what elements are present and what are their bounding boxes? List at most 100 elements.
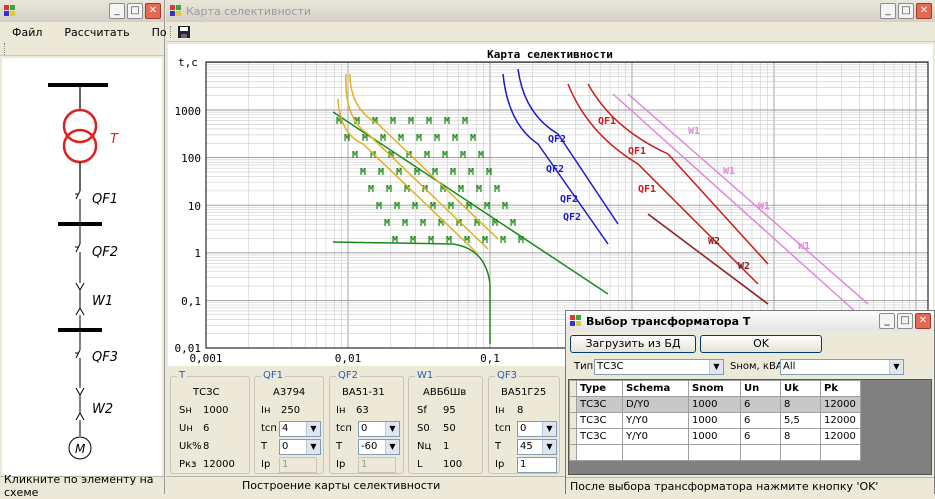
w1-name: АВБбШв xyxy=(423,387,467,398)
qf3-tcn-select[interactable]: 0 ▼ xyxy=(517,421,557,437)
qf2-t-select[interactable]: -60 ▼ xyxy=(358,439,400,455)
motor-region-marker: M xyxy=(510,218,516,229)
y-tick-label: 100 xyxy=(181,152,201,165)
cell[interactable]: 1000 xyxy=(688,396,741,413)
menu-calculate[interactable]: Рассчитать xyxy=(64,26,129,39)
motor-region-marker: M xyxy=(384,218,390,229)
table-row[interactable]: ТСЗС Y/Y0 1000 6 8 12000 xyxy=(569,428,861,445)
app-icon xyxy=(170,5,182,17)
menu-bar: Файл Рассчитать Помощь xyxy=(0,22,198,42)
t-param-label: Uk% xyxy=(179,441,202,452)
table-row-empty[interactable] xyxy=(569,444,861,461)
breaker-qf3[interactable] xyxy=(75,349,81,388)
cell[interactable]: ТСЗС xyxy=(576,412,623,429)
qf1-tcn-select[interactable]: 4 ▼ xyxy=(279,421,321,437)
cell[interactable]: 12000 xyxy=(820,428,861,445)
cell[interactable]: 6 xyxy=(740,428,781,445)
cell[interactable]: ТСЗС xyxy=(576,396,623,413)
table-row[interactable]: ТСЗС D/Y0 1000 6 8 12000 xyxy=(569,396,861,413)
maximize-icon[interactable]: □ xyxy=(897,313,913,329)
w1-param-value: 95 xyxy=(443,405,456,416)
dropdown-arrow-icon[interactable]: ▼ xyxy=(385,422,399,436)
cell[interactable]: ТСЗС xyxy=(576,428,623,445)
qf3-ip-field[interactable]: 1 xyxy=(517,457,557,473)
main-title: Карта селективности xyxy=(186,4,312,18)
toolbar-grip[interactable] xyxy=(4,42,7,55)
cell[interactable]: 1000 xyxy=(688,428,741,445)
motor-region-marker: M xyxy=(362,133,368,144)
col-snom[interactable]: Snom xyxy=(688,380,741,397)
dropdown-arrow-icon[interactable]: ▼ xyxy=(306,440,320,454)
cell[interactable]: 5,5 xyxy=(780,412,821,429)
dialog-titlebar[interactable]: Выбор трансформатора T _ □ ✕ xyxy=(566,311,934,331)
toolbar-grip[interactable] xyxy=(170,25,173,38)
col-pk[interactable]: Pk xyxy=(820,380,861,397)
motor-region-marker: M xyxy=(452,133,458,144)
snom-select[interactable]: All ▼ xyxy=(780,359,904,375)
close-icon[interactable]: ✕ xyxy=(145,3,161,19)
qf2-tcn-select[interactable]: 0 ▼ xyxy=(358,421,400,437)
cable-w1[interactable] xyxy=(75,282,85,316)
qf3-t-select[interactable]: 45 ▼ xyxy=(517,439,557,455)
dropdown-arrow-icon[interactable]: ▼ xyxy=(542,422,556,436)
transformer-winding-1[interactable] xyxy=(62,108,98,144)
cell[interactable]: 12000 xyxy=(820,412,861,429)
transformer-table: Type Schema Snom Un Uk Pk ТСЗС D/Y0 1000… xyxy=(568,379,932,475)
type-select[interactable]: ТСЗС ▼ xyxy=(594,359,724,375)
close-icon[interactable]: ✕ xyxy=(915,313,931,329)
col-uk[interactable]: Uk xyxy=(780,380,821,397)
menu-file[interactable]: Файл xyxy=(12,26,42,39)
t-param-label: Pкз xyxy=(179,459,197,470)
qf1-ip-value: 1 xyxy=(282,459,289,470)
motor-region-marker: M xyxy=(462,116,468,127)
maximize-icon[interactable]: □ xyxy=(127,3,143,19)
cable-w2[interactable] xyxy=(75,387,85,421)
breaker-qf1[interactable] xyxy=(75,190,81,223)
minimize-icon[interactable]: _ xyxy=(879,313,895,329)
y-tick-label: 1000 xyxy=(175,105,202,118)
qf1-t-select[interactable]: 0 ▼ xyxy=(279,439,321,455)
breaker-qf2[interactable] xyxy=(75,243,81,283)
cell[interactable]: 8 xyxy=(780,396,821,413)
dropdown-arrow-icon[interactable]: ▼ xyxy=(385,440,399,454)
table-row[interactable]: ТСЗС Y/Y0 1000 6 5,5 12000 xyxy=(569,412,861,429)
w1-param-value: 100 xyxy=(443,459,463,470)
ok-button[interactable]: OK xyxy=(700,335,822,353)
col-un[interactable]: Un xyxy=(740,380,781,397)
save-icon[interactable] xyxy=(177,25,191,39)
minimize-icon[interactable]: _ xyxy=(880,3,896,19)
close-icon[interactable]: ✕ xyxy=(916,3,932,19)
cell[interactable]: 6 xyxy=(740,412,781,429)
group-t-legend: T xyxy=(177,370,188,381)
dropdown-arrow-icon[interactable]: ▼ xyxy=(709,360,723,374)
cell[interactable]: D/Y0 xyxy=(622,396,689,413)
group-w1: W1 АВБбШв Sf 95 S0 50 Nц 1 L 100 xyxy=(408,370,483,474)
left-window: _ □ ✕ Файл Рассчитать Помощь T QF1 QF2 W… xyxy=(0,0,198,499)
transformer-winding-2[interactable] xyxy=(62,128,98,164)
cell[interactable]: Y/Y0 xyxy=(622,428,689,445)
cell[interactable]: 6 xyxy=(740,396,781,413)
qf1-ip-label: Iр xyxy=(261,459,271,470)
cell[interactable]: 12000 xyxy=(820,396,861,413)
left-titlebar[interactable]: _ □ ✕ xyxy=(0,0,164,22)
dropdown-arrow-icon[interactable]: ▼ xyxy=(306,422,320,436)
cell[interactable]: 1000 xyxy=(688,412,741,429)
col-type[interactable]: Type xyxy=(576,380,623,397)
dropdown-arrow-icon[interactable]: ▼ xyxy=(542,440,556,454)
cell[interactable]: 8 xyxy=(780,428,821,445)
y-tick-label: 1 xyxy=(194,247,201,260)
col-schema[interactable]: Schema xyxy=(622,380,689,397)
qf1-ip-field[interactable]: 1 xyxy=(279,457,317,473)
qf3-in-label: Iн xyxy=(495,405,505,416)
minimize-icon[interactable]: _ xyxy=(109,3,125,19)
load-from-db-button[interactable]: Загрузить из БД xyxy=(570,335,696,353)
transformer-dialog: Выбор трансформатора T _ □ ✕ Загрузить и… xyxy=(565,310,935,495)
motor-region-marker: M xyxy=(424,150,430,161)
group-qf1: QF1 А3794 Iн 250 tсп 4 ▼ T 0 ▼ Iр 1 xyxy=(254,370,324,474)
main-titlebar[interactable]: Карта селективности _ □ ✕ xyxy=(166,0,935,22)
dropdown-arrow-icon[interactable]: ▼ xyxy=(889,360,903,374)
label-qf1: QF1 xyxy=(92,192,118,207)
cell[interactable]: Y/Y0 xyxy=(622,412,689,429)
maximize-icon[interactable]: □ xyxy=(898,3,914,19)
qf2-ip-field[interactable]: 1 xyxy=(358,457,396,473)
